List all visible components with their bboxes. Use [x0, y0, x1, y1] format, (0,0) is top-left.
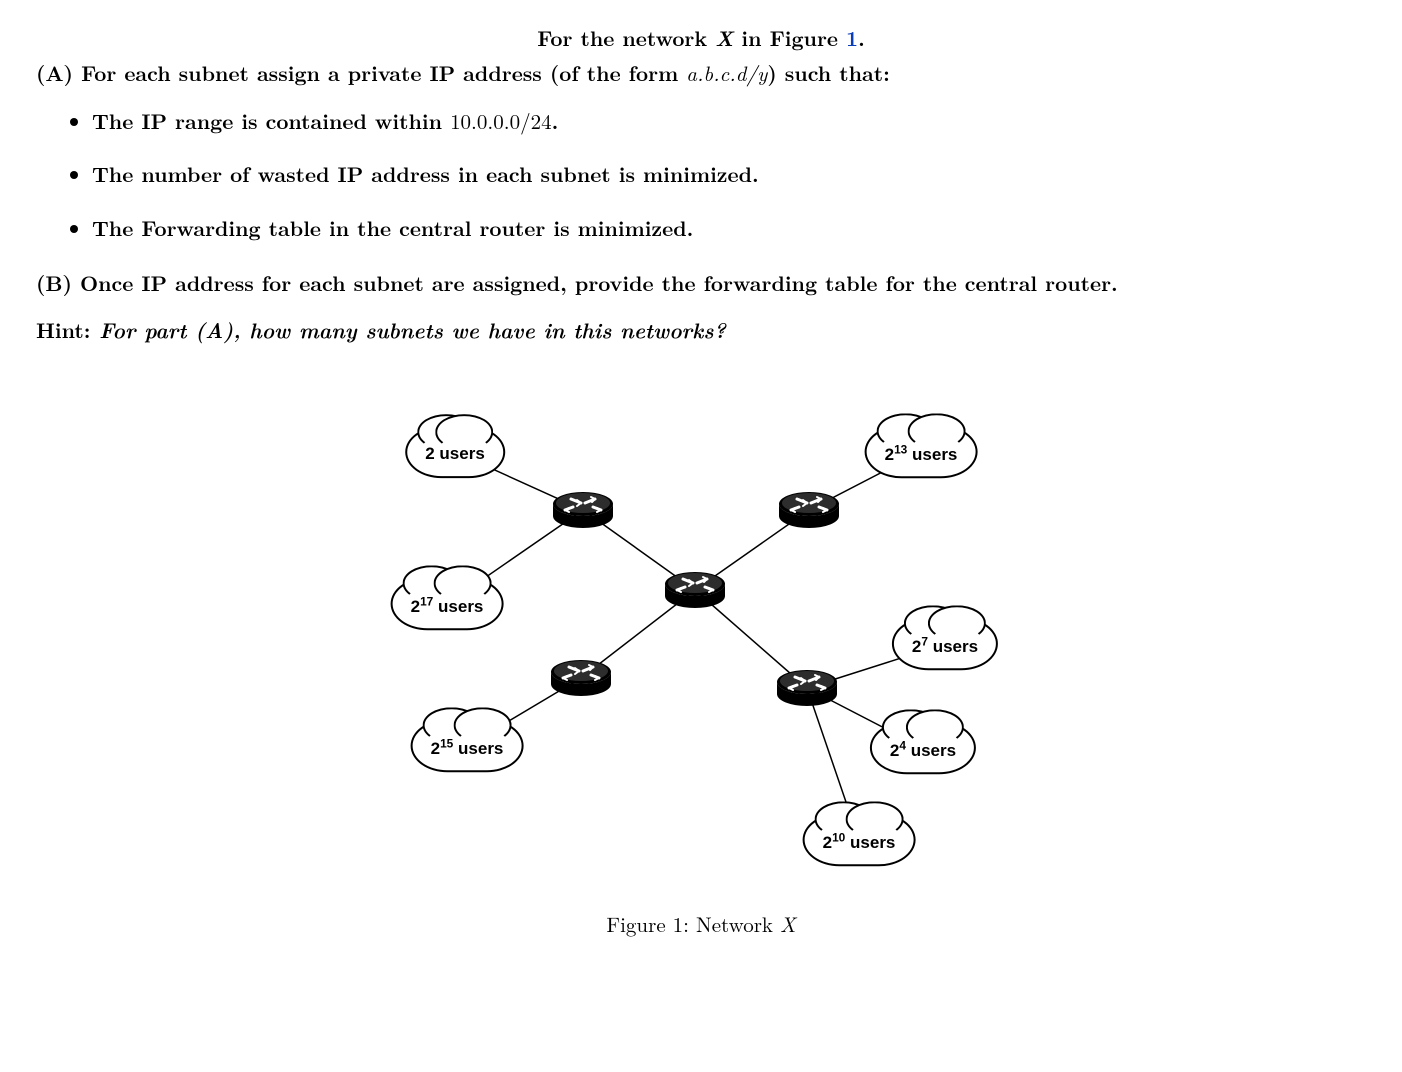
- bullet-2: The number of wasted IP address in each …: [92, 160, 1366, 189]
- figure-caption-x: X: [780, 909, 796, 939]
- user-cloud: 2 users: [405, 426, 505, 478]
- bullet-3: The Forwarding table in the central rout…: [92, 214, 1366, 243]
- title-ref-pre: in Figure: [733, 23, 846, 53]
- figure-ref-link[interactable]: 1: [846, 23, 858, 53]
- figure-caption-pre: Figure 1: Network: [606, 909, 780, 939]
- user-cloud: 213 users: [865, 425, 978, 478]
- network-diagram: 2 users 213 users 217 users 27 users 215 use…: [361, 392, 1041, 902]
- router-icon: [549, 658, 613, 698]
- hint-text: For part (A), how many subnets we have i…: [90, 315, 726, 345]
- bullet-2-pre: The number of wasted IP address in each …: [92, 159, 759, 189]
- bullet-1-pre: The IP range is contained within: [92, 106, 450, 136]
- part-a-tail: ) such that:: [767, 58, 890, 88]
- user-cloud: 217 users: [391, 577, 504, 630]
- part-a-formula: a.b.c.d/y: [686, 58, 767, 88]
- router-icon: [777, 490, 841, 530]
- user-cloud: 27 users: [892, 617, 998, 670]
- title-post: .: [858, 23, 865, 53]
- bullet-1-code: 10.0.0.0/24: [450, 106, 552, 136]
- bullet-3-pre: The Forwarding table in the central rout…: [92, 213, 693, 243]
- router-icon: [775, 668, 839, 708]
- part-a-text: (A) For each subnet assign a private IP …: [36, 58, 686, 88]
- bullet-list: The IP range is contained within 10.0.0.…: [92, 107, 1366, 243]
- user-cloud: 210 users: [803, 813, 916, 866]
- bullet-1: The IP range is contained within 10.0.0.…: [92, 107, 1366, 136]
- hint-label: Hint:: [36, 315, 90, 345]
- title-x: X: [715, 23, 733, 53]
- user-cloud: 24 users: [870, 721, 976, 774]
- bullet-1-post: .: [552, 106, 559, 136]
- router-icon: [551, 490, 615, 530]
- title-text: For the network: [537, 23, 715, 53]
- router-icon: [663, 570, 727, 610]
- part-b-text: (B) Once IP address for each subnet are …: [36, 269, 1366, 298]
- user-cloud: 215 users: [411, 719, 524, 772]
